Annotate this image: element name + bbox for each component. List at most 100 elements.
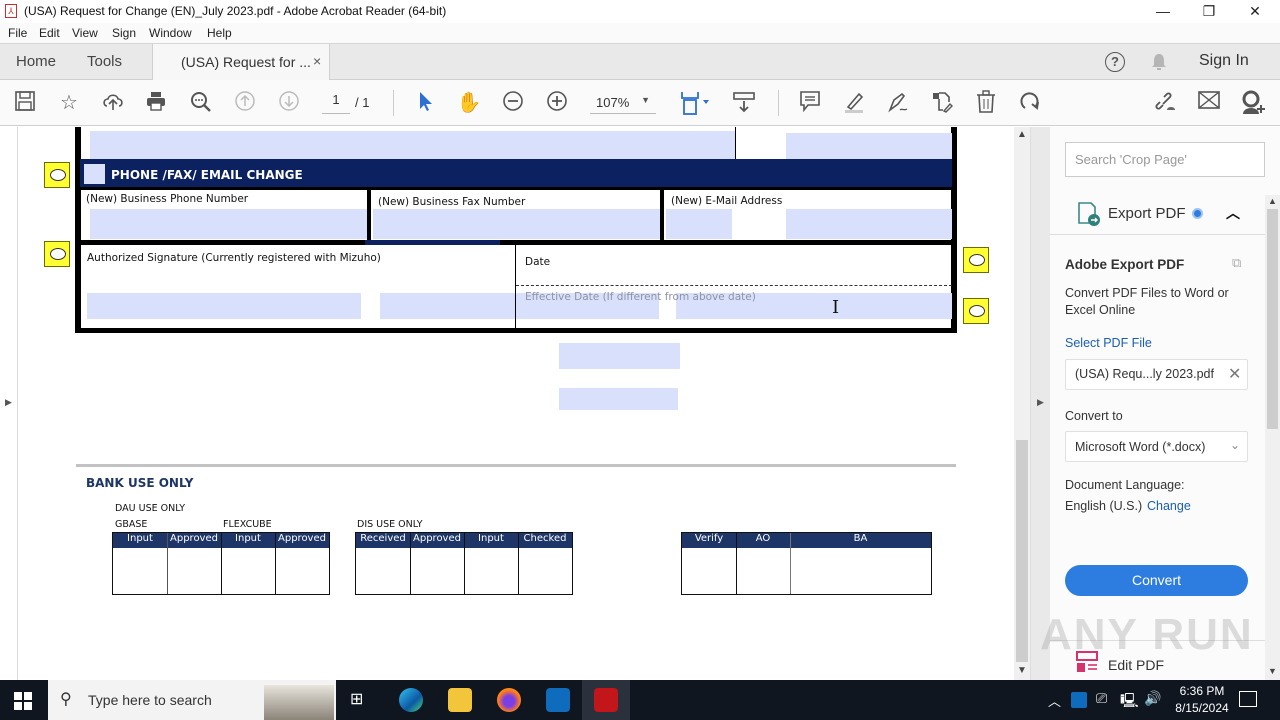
zoom-search-icon[interactable] <box>188 90 214 116</box>
table-header-cell: Approved <box>275 533 329 548</box>
email-icon[interactable] <box>1196 90 1222 116</box>
add-user-icon[interactable] <box>1240 90 1266 116</box>
form-field[interactable] <box>559 343 680 369</box>
print-icon[interactable] <box>143 90 169 116</box>
task-view-icon[interactable]: ⊞ <box>350 689 363 709</box>
phone-field[interactable] <box>90 209 367 239</box>
page-up-icon[interactable] <box>232 90 258 116</box>
show-hidden-icons-chevron[interactable]: ︿ <box>1048 691 1061 710</box>
convert-button[interactable]: Convert <box>1065 565 1248 596</box>
signature-field[interactable] <box>380 293 515 319</box>
menu-edit[interactable]: Edit <box>39 26 60 40</box>
menu-view[interactable]: View <box>72 26 98 40</box>
file-explorer-icon[interactable] <box>448 688 472 712</box>
email-field[interactable] <box>666 209 732 239</box>
form-field[interactable] <box>90 131 735 159</box>
collapse-chevron-icon[interactable]: ︿ <box>1226 203 1240 223</box>
comment-note-icon[interactable] <box>963 298 989 324</box>
notification-bell-icon[interactable] <box>1150 52 1168 72</box>
select-pdf-file-link[interactable]: Select PDF File <box>1065 336 1152 350</box>
document-scrollbar[interactable]: ▲ ▼ <box>1014 127 1030 680</box>
acrobat-icon <box>594 688 618 712</box>
clock-date[interactable]: 8/15/2024 <box>1168 701 1236 715</box>
scroll-mode-icon[interactable] <box>731 90 757 116</box>
share-link-icon[interactable] <box>1152 90 1178 116</box>
outlook-icon[interactable] <box>546 688 570 712</box>
acrobat-taskbar-button[interactable] <box>582 680 630 720</box>
pane-scrollbar[interactable]: ▲ ▼ <box>1265 195 1280 680</box>
highlight-icon[interactable] <box>841 90 867 116</box>
network-icon[interactable]: 🖳 <box>1120 690 1139 714</box>
comment-icon[interactable] <box>797 90 823 116</box>
zoom-in-icon[interactable] <box>544 90 570 116</box>
scrollbar-thumb[interactable] <box>1267 209 1278 429</box>
close-window-button[interactable]: ✕ <box>1232 0 1278 23</box>
menu-file[interactable]: File <box>8 26 27 40</box>
tab-tools[interactable]: Tools <box>87 53 122 70</box>
table-divider <box>167 533 168 594</box>
volume-icon[interactable]: 🔊 <box>1144 690 1161 707</box>
edit-pdf-icon <box>1076 651 1098 673</box>
verify-table: Verify AO BA <box>681 532 932 595</box>
expand-left-icon[interactable]: ▶ <box>5 397 12 408</box>
selected-file-box[interactable]: (USA) Requ...ly 2023.pdf ✕ <box>1065 359 1248 390</box>
fit-page-icon[interactable] <box>678 90 714 116</box>
email-field[interactable] <box>786 209 952 239</box>
scroll-up-icon[interactable]: ▲ <box>1268 196 1277 206</box>
rotate-icon[interactable] <box>1017 90 1043 116</box>
comment-note-icon[interactable] <box>963 247 989 273</box>
bookmark-star-icon[interactable]: ☆ <box>56 90 82 116</box>
tools-search-input[interactable]: Search 'Crop Page' <box>1065 142 1265 177</box>
restore-button[interactable]: ❐ <box>1186 0 1232 23</box>
tab-home[interactable]: Home <box>16 53 56 70</box>
camera-tray-icon[interactable]: ⎚ <box>1096 690 1107 707</box>
menu-window[interactable]: Window <box>149 26 192 40</box>
change-language-link[interactable]: Change <box>1147 499 1191 513</box>
remove-file-icon[interactable]: ✕ <box>1228 364 1241 384</box>
windows-start-icon[interactable] <box>14 692 32 710</box>
edit-pdf-tool[interactable]: Edit PDF <box>1108 657 1164 673</box>
scroll-down-icon[interactable]: ▼ <box>1017 665 1027 676</box>
page-down-icon[interactable] <box>276 90 302 116</box>
convert-to-select[interactable]: Microsoft Word (*.docx) ⌄ <box>1065 431 1248 462</box>
comment-note-icon[interactable] <box>44 162 70 188</box>
edit-pages-icon[interactable] <box>929 90 955 116</box>
scrollbar-thumb[interactable] <box>1016 440 1028 662</box>
scroll-up-icon[interactable]: ▲ <box>1017 129 1027 140</box>
menu-sign[interactable]: Sign <box>112 26 136 40</box>
taskbar-search-box[interactable]: ⚲ Type here to search <box>48 680 336 720</box>
scroll-down-icon[interactable]: ▼ <box>1268 666 1277 676</box>
sign-icon[interactable] <box>885 90 911 116</box>
export-pdf-header[interactable]: Export PDF ︿ <box>1050 195 1265 235</box>
section-checkbox[interactable] <box>84 164 105 184</box>
menu-help[interactable]: Help <box>207 26 232 40</box>
zoom-level-select[interactable]: 107% ▼ <box>590 92 656 114</box>
help-icon[interactable]: ? <box>1105 52 1125 72</box>
fax-field[interactable] <box>373 209 660 239</box>
delete-icon[interactable] <box>973 90 999 116</box>
firefox-icon[interactable] <box>497 688 521 712</box>
outlook-tray-icon[interactable] <box>1071 692 1087 708</box>
comment-note-icon[interactable] <box>44 241 70 267</box>
sign-in-button[interactable]: Sign In <box>1199 52 1249 70</box>
minimize-button[interactable]: — <box>1140 0 1186 23</box>
clock-time[interactable]: 6:36 PM <box>1172 684 1232 698</box>
edge-browser-icon[interactable] <box>399 688 423 712</box>
chevron-down-icon: ⌄ <box>1230 438 1241 452</box>
notification-center-icon[interactable] <box>1239 691 1257 707</box>
tab-document[interactable]: (USA) Request for ... × <box>152 44 330 81</box>
close-tab-icon[interactable]: × <box>313 53 321 69</box>
zoom-out-icon[interactable] <box>500 90 526 116</box>
save-icon[interactable] <box>12 90 38 116</box>
form-field[interactable] <box>559 388 678 410</box>
select-cursor-icon[interactable] <box>412 90 438 116</box>
copy-icon[interactable]: ⧉ <box>1232 255 1241 271</box>
collapse-right-icon[interactable]: ▶ <box>1037 397 1044 408</box>
right-panel-toggle[interactable]: ▶ <box>1030 127 1050 680</box>
upload-cloud-icon[interactable] <box>100 90 126 116</box>
page-number-input[interactable]: 1 <box>322 92 350 114</box>
left-panel-toggle[interactable]: ▶ <box>0 127 18 680</box>
hand-icon[interactable]: ✋ <box>456 90 482 116</box>
signature-field[interactable] <box>87 293 361 319</box>
form-field[interactable] <box>786 133 952 159</box>
